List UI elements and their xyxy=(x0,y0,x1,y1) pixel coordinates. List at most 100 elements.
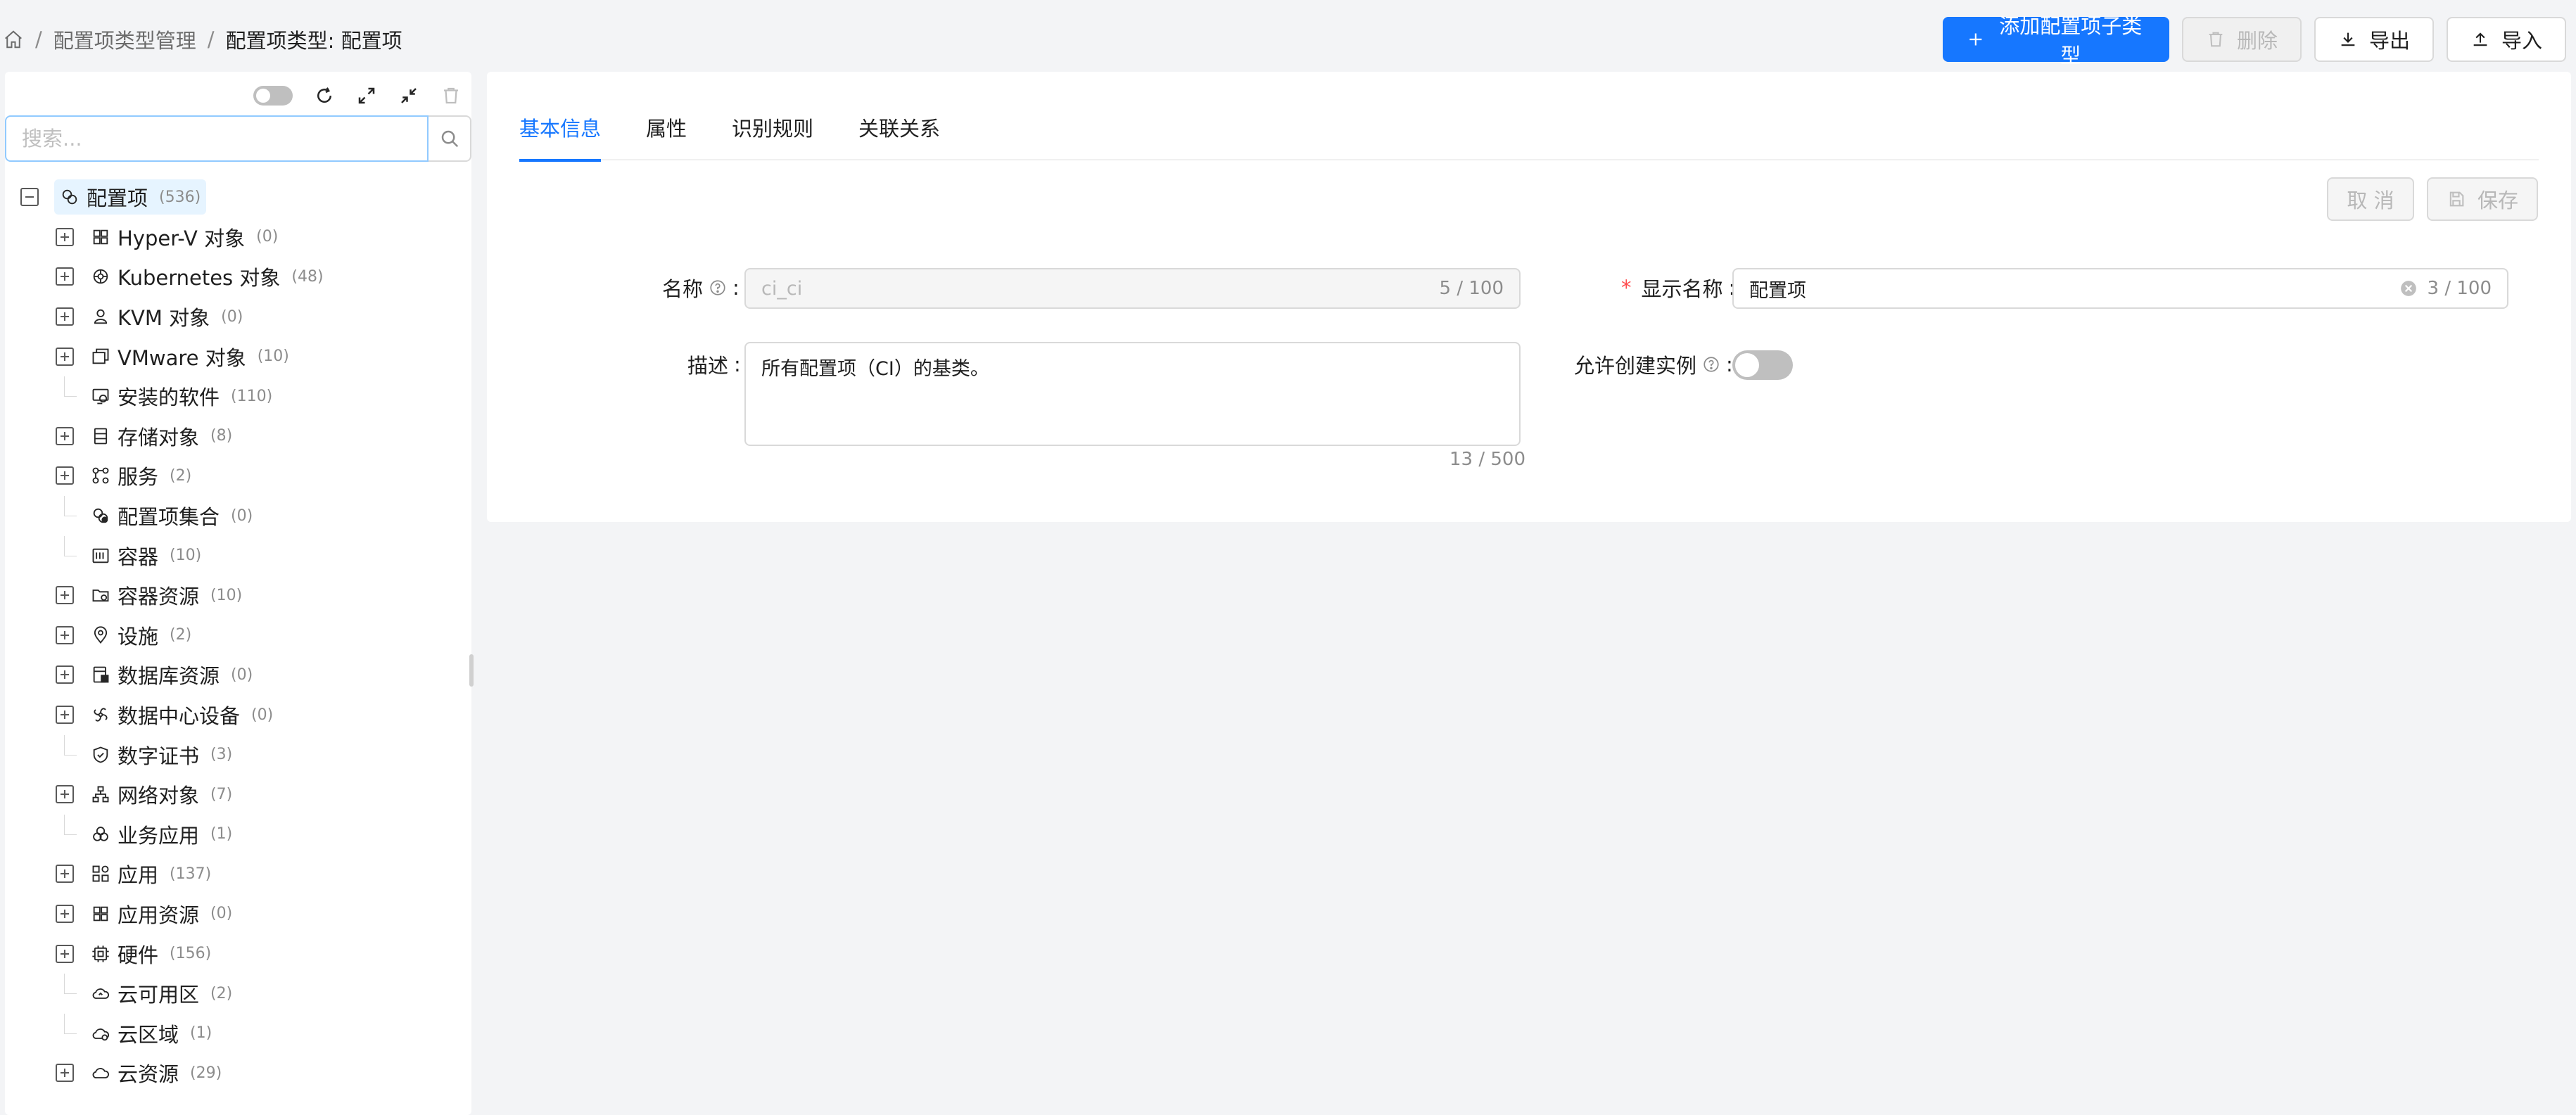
tree-node-count: (29) xyxy=(190,1064,222,1082)
tree-node-title[interactable]: VMware 对象 (10) xyxy=(85,339,295,374)
add-subtype-button[interactable]: 添加配置项子类型 xyxy=(1942,14,2169,68)
tree-node-root[interactable]: 配置项 (536) xyxy=(5,177,471,217)
tree-node-title[interactable]: 数字证书 (3) xyxy=(85,737,238,772)
tree-node[interactable]: 硬件 (156) xyxy=(5,934,471,974)
save-button[interactable]: 保存 xyxy=(2427,177,2538,221)
tree-node[interactable]: 服务 (2) xyxy=(5,456,471,496)
allow-instance-toggle[interactable] xyxy=(1732,350,1793,380)
tree-leaf-connector xyxy=(56,974,77,1013)
expand-icon[interactable] xyxy=(56,706,74,725)
tree-node[interactable]: 数据库资源 (0) xyxy=(5,655,471,695)
display-name-input[interactable]: 配置项 3 / 100 xyxy=(1732,268,2508,309)
breadcrumb-separator: / xyxy=(35,27,42,51)
container-resource-icon xyxy=(92,590,109,602)
breadcrumb-link[interactable]: 配置项类型管理 xyxy=(53,25,196,54)
tree-node-title[interactable]: 安装的软件 (110) xyxy=(85,378,278,414)
tree-node[interactable]: 容器 (10) xyxy=(5,535,471,575)
clear-icon[interactable] xyxy=(2399,279,2418,298)
delete-button[interactable]: 删除 xyxy=(2181,17,2302,62)
tree-node[interactable]: 云区域 (1) xyxy=(5,1013,471,1053)
tree-node-title[interactable]: 网络对象 (7) xyxy=(85,777,238,812)
tree-node-title[interactable]: 配置项 (536) xyxy=(54,179,207,215)
search-button[interactable] xyxy=(429,115,471,162)
description-textarea[interactable]: 所有配置项（CI）的基类。 xyxy=(744,342,1521,446)
expand-icon[interactable] xyxy=(56,625,74,644)
tree-node[interactable]: 数字证书 (3) xyxy=(5,734,471,775)
cancel-button[interactable]: 取 消 xyxy=(2327,177,2414,221)
expand-icon[interactable] xyxy=(56,227,74,246)
tab-relationships[interactable]: 关联关系 xyxy=(858,110,940,160)
expand-icon[interactable] xyxy=(56,944,74,963)
expand-icon[interactable] xyxy=(56,347,74,366)
tree-node-title[interactable]: KVM 对象 (0) xyxy=(85,299,248,334)
tree-node-title[interactable]: Hyper-V 对象 (0) xyxy=(85,219,284,255)
tree-node-label: 配置项集合 xyxy=(118,505,220,530)
expand-icon[interactable] xyxy=(56,307,74,326)
tree-node[interactable]: 数据中心设备 (0) xyxy=(5,695,471,735)
cloud-region-icon xyxy=(92,1028,110,1041)
name-label-text: 名称 xyxy=(662,277,704,301)
tree-node-title[interactable]: 容器资源 (10) xyxy=(85,578,248,613)
database-icon xyxy=(93,666,109,683)
home-icon[interactable] xyxy=(3,29,24,50)
tree-node[interactable]: 云资源 (29) xyxy=(5,1053,471,1093)
tree-node-title[interactable]: 云区域 (1) xyxy=(85,1016,217,1051)
tree-node-count: (156) xyxy=(170,945,212,963)
refresh-icon[interactable] xyxy=(314,85,335,106)
tab-attributes[interactable]: 属性 xyxy=(646,110,687,160)
export-button[interactable]: 导出 xyxy=(2314,17,2434,62)
trash-icon[interactable] xyxy=(440,85,462,106)
tree-node-title[interactable]: 配置项集合 (0) xyxy=(85,498,258,533)
tree-node-title[interactable]: 存储对象 (8) xyxy=(85,419,238,454)
tree-node[interactable]: KVM 对象 (0) xyxy=(5,297,471,337)
tree-node[interactable]: 业务应用 (1) xyxy=(5,814,471,855)
expand-icon[interactable] xyxy=(56,665,74,684)
tree-node-title[interactable]: 云资源 (29) xyxy=(85,1055,227,1090)
tree-node[interactable]: Hyper-V 对象 (0) xyxy=(5,217,471,257)
expand-icon[interactable] xyxy=(56,426,74,445)
tree-node-title[interactable]: 服务 (2) xyxy=(85,458,197,493)
collapse-icon[interactable] xyxy=(20,188,39,207)
tree-search-input[interactable] xyxy=(5,115,429,162)
tree-node-title[interactable]: 应用资源 (0) xyxy=(85,896,238,931)
tab-basic-info[interactable]: 基本信息 xyxy=(519,110,602,162)
tree-node[interactable]: 配置项集合 (0) xyxy=(5,496,471,536)
tree-node-title[interactable]: 应用 (137) xyxy=(85,856,217,891)
description-label: 描述 : xyxy=(687,345,741,384)
expand-icon[interactable] xyxy=(56,466,74,485)
help-icon[interactable] xyxy=(709,279,727,297)
tree-node-title[interactable]: 设施 (2) xyxy=(85,618,197,653)
tree-node[interactable]: Kubernetes 对象 (48) xyxy=(5,257,471,297)
tree-node-title[interactable]: 云可用区 (2) xyxy=(85,976,238,1011)
tree-node[interactable]: 存储对象 (8) xyxy=(5,416,471,457)
tab-identification-rules[interactable]: 识别规则 xyxy=(732,110,813,160)
export-label: 导出 xyxy=(2368,29,2410,53)
tree-node[interactable]: 容器资源 (10) xyxy=(5,575,471,616)
expand-icon[interactable] xyxy=(56,586,74,605)
panel-resize-handle[interactable] xyxy=(469,654,474,687)
expand-icon[interactable] xyxy=(56,904,74,923)
tree-node[interactable]: VMware 对象 (10) xyxy=(5,336,471,376)
expand-icon[interactable] xyxy=(56,785,74,804)
expand-icon[interactable] xyxy=(56,1064,74,1083)
tree-node[interactable]: 安装的软件 (110) xyxy=(5,376,471,416)
name-input[interactable]: ci_ci 5 / 100 xyxy=(744,268,1521,309)
tree-node[interactable]: 网络对象 (7) xyxy=(5,775,471,815)
show-all-toggle[interactable] xyxy=(253,86,293,106)
collapse-all-icon[interactable] xyxy=(398,85,419,106)
tree-node[interactable]: 应用资源 (0) xyxy=(5,894,471,934)
tree-node-title[interactable]: 硬件 (156) xyxy=(85,936,217,971)
expand-icon[interactable] xyxy=(56,865,74,884)
expand-all-icon[interactable] xyxy=(356,85,377,106)
tree-node-title[interactable]: 数据库资源 (0) xyxy=(85,657,258,692)
import-button[interactable]: 导入 xyxy=(2446,17,2566,62)
tree-node-title[interactable]: Kubernetes 对象 (48) xyxy=(85,259,329,294)
tree-node[interactable]: 设施 (2) xyxy=(5,616,471,656)
help-icon[interactable] xyxy=(1702,355,1720,374)
tree-node[interactable]: 云可用区 (2) xyxy=(5,974,471,1014)
tree-node-title[interactable]: 容器 (10) xyxy=(85,538,207,573)
tree-node-title[interactable]: 数据中心设备 (0) xyxy=(85,697,279,732)
tree-node[interactable]: 应用 (137) xyxy=(5,854,471,894)
tree-node-title[interactable]: 业务应用 (1) xyxy=(85,817,238,852)
expand-icon[interactable] xyxy=(56,267,74,286)
